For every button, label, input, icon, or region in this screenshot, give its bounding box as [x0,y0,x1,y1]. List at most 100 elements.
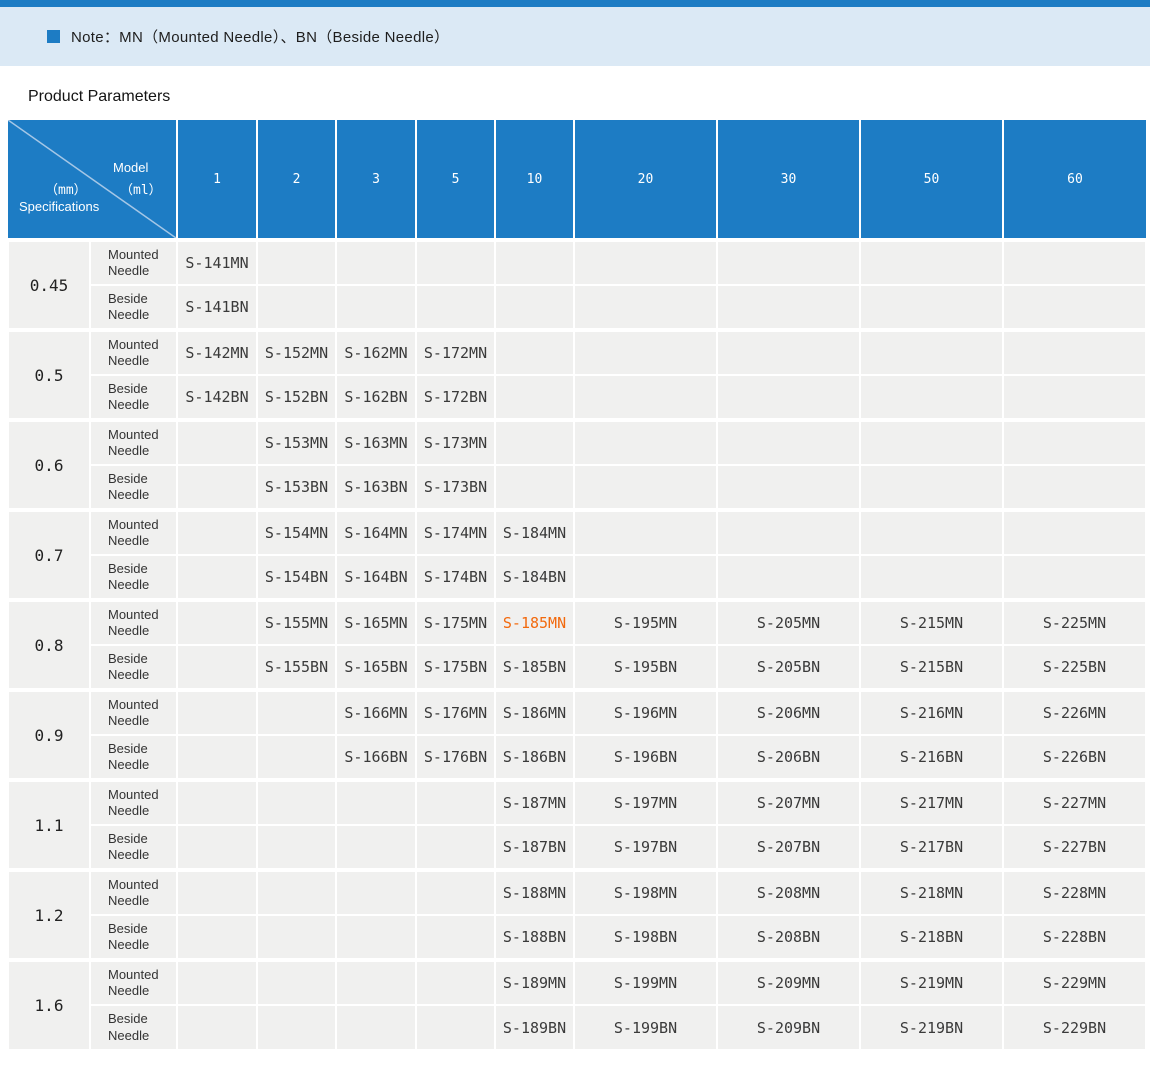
model-cell[interactable]: S-196MN [574,690,717,735]
model-cell[interactable]: S-188MN [495,870,574,915]
model-cell[interactable]: S-208MN [717,870,860,915]
model-cell[interactable]: S-154BN [257,555,336,600]
model-cell[interactable]: S-216BN [860,735,1003,780]
model-cell[interactable]: S-165BN [336,645,416,690]
model-cell[interactable]: S-189MN [495,960,574,1005]
mounted-needle-label: Mounted Needle [90,960,177,1005]
model-cell[interactable]: S-164MN [336,510,416,555]
model-cell[interactable]: S-166BN [336,735,416,780]
model-cell[interactable]: S-162BN [336,375,416,420]
column-header-50ml: 50 [860,120,1003,240]
model-cell[interactable]: S-174MN [416,510,495,555]
model-cell[interactable]: S-166MN [336,690,416,735]
model-cell[interactable]: S-209MN [717,960,860,1005]
model-cell[interactable]: S-208BN [717,915,860,960]
empty-cell [257,285,336,330]
empty-cell [717,465,860,510]
model-cell[interactable]: S-195BN [574,645,717,690]
model-cell[interactable]: S-173MN [416,420,495,465]
table-row: 0.6Mounted NeedleS-153MNS-163MNS-173MN [8,420,1146,465]
model-cell[interactable]: S-185MN [495,600,574,645]
model-cell[interactable]: S-176BN [416,735,495,780]
model-cell[interactable]: S-142MN [177,330,257,375]
model-cell[interactable]: S-172MN [416,330,495,375]
model-cell[interactable]: S-199BN [574,1005,717,1050]
model-cell[interactable]: S-162MN [336,330,416,375]
model-cell[interactable]: S-188BN [495,915,574,960]
model-cell[interactable]: S-186BN [495,735,574,780]
model-cell[interactable]: S-142BN [177,375,257,420]
model-cell[interactable]: S-209BN [717,1005,860,1050]
beside-needle-label: Beside Needle [90,1005,177,1050]
model-cell[interactable]: S-172BN [416,375,495,420]
model-cell[interactable]: S-227MN [1003,780,1146,825]
empty-cell [416,825,495,870]
model-cell[interactable]: S-185BN [495,645,574,690]
model-cell[interactable]: S-184BN [495,555,574,600]
model-cell[interactable]: S-226MN [1003,690,1146,735]
model-cell[interactable]: S-174BN [416,555,495,600]
model-cell[interactable]: S-205MN [717,600,860,645]
model-cell[interactable]: S-218MN [860,870,1003,915]
model-cell[interactable]: S-187MN [495,780,574,825]
table-row: Beside Needle S-154BNS-164BNS-174BNS-184B… [8,555,1146,600]
model-cell[interactable]: S-197BN [574,825,717,870]
model-cell[interactable]: S-198MN [574,870,717,915]
model-cell[interactable]: S-189BN [495,1005,574,1050]
model-cell[interactable]: S-216MN [860,690,1003,735]
model-cell[interactable]: S-219BN [860,1005,1003,1050]
model-cell[interactable]: S-154MN [257,510,336,555]
model-cell[interactable]: S-173BN [416,465,495,510]
beside-needle-label: Beside Needle [90,555,177,600]
model-cell[interactable]: S-196BN [574,735,717,780]
model-cell[interactable]: S-152BN [257,375,336,420]
model-cell[interactable]: S-206BN [717,735,860,780]
column-header-3ml: 3 [336,120,416,240]
model-cell[interactable]: S-186MN [495,690,574,735]
column-header-10ml: 10 [495,120,574,240]
model-cell[interactable]: S-225BN [1003,645,1146,690]
model-cell[interactable]: S-225MN [1003,600,1146,645]
model-cell[interactable]: S-218BN [860,915,1003,960]
model-cell[interactable]: S-207MN [717,780,860,825]
model-cell[interactable]: S-187BN [495,825,574,870]
model-cell[interactable]: S-217BN [860,825,1003,870]
model-cell[interactable]: S-217MN [860,780,1003,825]
model-cell[interactable]: S-205BN [717,645,860,690]
model-cell[interactable]: S-198BN [574,915,717,960]
model-cell[interactable]: S-155MN [257,600,336,645]
model-cell[interactable]: S-155BN [257,645,336,690]
model-cell[interactable]: S-215BN [860,645,1003,690]
empty-cell [336,825,416,870]
header-row: Model （ml） （mm） Specifications 123510203… [8,120,1146,240]
table-row: Beside NeedleS-166BNS-176BNS-186BNS-196B… [8,735,1146,780]
model-cell[interactable]: S-227BN [1003,825,1146,870]
empty-cell [257,825,336,870]
model-cell[interactable]: S-219MN [860,960,1003,1005]
model-cell[interactable]: S-153MN [257,420,336,465]
model-cell[interactable]: S-141BN [177,285,257,330]
model-cell[interactable]: S-206MN [717,690,860,735]
model-cell[interactable]: S-164BN [336,555,416,600]
model-cell[interactable]: S-228BN [1003,915,1146,960]
model-cell[interactable]: S-195MN [574,600,717,645]
model-cell[interactable]: S-229BN [1003,1005,1146,1050]
model-cell[interactable]: S-226BN [1003,735,1146,780]
model-cell[interactable]: S-228MN [1003,870,1146,915]
model-cell[interactable]: S-175MN [416,600,495,645]
model-cell[interactable]: S-152MN [257,330,336,375]
model-cell[interactable]: S-215MN [860,600,1003,645]
model-cell[interactable]: S-163MN [336,420,416,465]
model-cell[interactable]: S-207BN [717,825,860,870]
model-cell[interactable]: S-197MN [574,780,717,825]
model-cell[interactable]: S-175BN [416,645,495,690]
model-cell[interactable]: S-229MN [1003,960,1146,1005]
model-cell[interactable]: S-184MN [495,510,574,555]
model-cell[interactable]: S-199MN [574,960,717,1005]
model-cell[interactable]: S-163BN [336,465,416,510]
model-cell[interactable]: S-153BN [257,465,336,510]
model-cell[interactable]: S-176MN [416,690,495,735]
model-cell[interactable]: S-165MN [336,600,416,645]
empty-cell [860,240,1003,285]
model-cell[interactable]: S-141MN [177,240,257,285]
